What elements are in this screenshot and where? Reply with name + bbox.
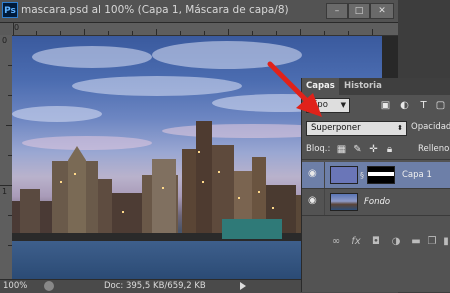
ruler-label-one: 1 xyxy=(2,187,8,196)
maximize-button[interactable]: □ xyxy=(348,3,370,19)
tab-capas[interactable]: Capas xyxy=(302,78,339,95)
visibility-eye-icon[interactable]: ◉ xyxy=(308,196,320,206)
layers-panel: Capas Historia Tipo ▼ ▣ ◐ T ▢ Superponer… xyxy=(301,78,450,292)
layer-name[interactable]: Fondo xyxy=(364,197,390,207)
lock-all-icon[interactable]: 🔒︎ xyxy=(384,144,395,155)
adjustment-icon[interactable]: ◑ xyxy=(390,236,402,248)
document-title: mascara.psd al 100% (Capa 1, Máscara de … xyxy=(21,4,289,16)
layer-filter-row: Tipo ▼ ▣ ◐ T ▢ xyxy=(302,96,450,116)
fill-label: Relleno: xyxy=(418,144,450,154)
shape-filter-icon[interactable]: ▢ xyxy=(435,100,446,111)
ruler-corner[interactable] xyxy=(0,23,12,35)
layer-thumbnail[interactable] xyxy=(330,193,358,211)
fx-icon[interactable]: fx xyxy=(350,236,362,248)
link-icon[interactable]: ∞ xyxy=(330,236,342,248)
status-info-icon[interactable] xyxy=(44,281,54,291)
filter-type-label: Tipo xyxy=(310,100,328,110)
blend-mode-select[interactable]: Superponer ⬍ xyxy=(306,121,407,136)
tab-historia[interactable]: Historia xyxy=(340,78,386,95)
layer-row-fondo[interactable]: ◉ Fondo xyxy=(302,189,450,216)
folder-icon[interactable]: ▬ xyxy=(410,236,422,248)
filter-type-select[interactable]: Tipo ▼ xyxy=(306,98,350,113)
minimize-button[interactable]: – xyxy=(326,3,348,19)
panel-tabs: Capas Historia xyxy=(302,78,450,95)
close-button[interactable]: ✕ xyxy=(370,3,394,19)
adjustment-filter-icon[interactable]: ◐ xyxy=(399,100,410,111)
layer-row-capa-1[interactable]: ◉ § Capa 1 xyxy=(302,162,450,189)
trash-icon[interactable]: ▮ xyxy=(440,236,450,248)
link-chain-icon[interactable]: § xyxy=(360,171,364,180)
blend-mode-value: Superponer xyxy=(311,123,361,133)
chevron-down-icon: ▼ xyxy=(340,101,346,109)
lock-brush-icon[interactable]: ✎ xyxy=(352,144,363,155)
ruler-horizontal[interactable]: 0 xyxy=(12,23,398,36)
type-filter-icon[interactable]: T xyxy=(418,100,429,111)
layer-mask-thumbnail[interactable] xyxy=(367,166,395,184)
new-layer-icon[interactable]: ❐ xyxy=(426,236,438,248)
mask-icon[interactable]: ◘ xyxy=(370,236,382,248)
ruler-label-zero: 0 xyxy=(14,23,20,32)
visibility-eye-icon[interactable]: ◉ xyxy=(308,169,320,179)
lock-row: Bloq.: ▦ ✎ ✛ 🔒︎ Relleno: xyxy=(302,141,450,160)
chevron-updown-icon: ⬍ xyxy=(397,124,403,132)
status-menu-arrow-icon[interactable] xyxy=(240,282,246,290)
opacity-label: Opacidad: xyxy=(411,122,450,132)
ruler-label-zero-vertical: 0 xyxy=(2,36,8,45)
document-size: Doc: 395,5 KB/659,2 KB xyxy=(104,281,206,291)
blend-row: Superponer ⬍ Opacidad: xyxy=(302,118,450,138)
layer-name[interactable]: Capa 1 xyxy=(402,170,432,180)
layer-thumbnail[interactable] xyxy=(330,166,358,184)
lock-transparency-icon[interactable]: ▦ xyxy=(336,144,347,155)
lock-label: Bloq.: xyxy=(306,144,331,154)
document-titlebar[interactable]: Ps mascara.psd al 100% (Capa 1, Máscara … xyxy=(0,0,398,23)
panel-footer-icons: ∞ fx ◘ ◑ ▬ ❐ ▮ xyxy=(302,236,450,252)
image-filter-icon[interactable]: ▣ xyxy=(380,100,391,111)
photoshop-logo-icon: Ps xyxy=(2,2,18,18)
lock-move-icon[interactable]: ✛ xyxy=(368,144,379,155)
zoom-level[interactable]: 100% xyxy=(3,280,27,293)
